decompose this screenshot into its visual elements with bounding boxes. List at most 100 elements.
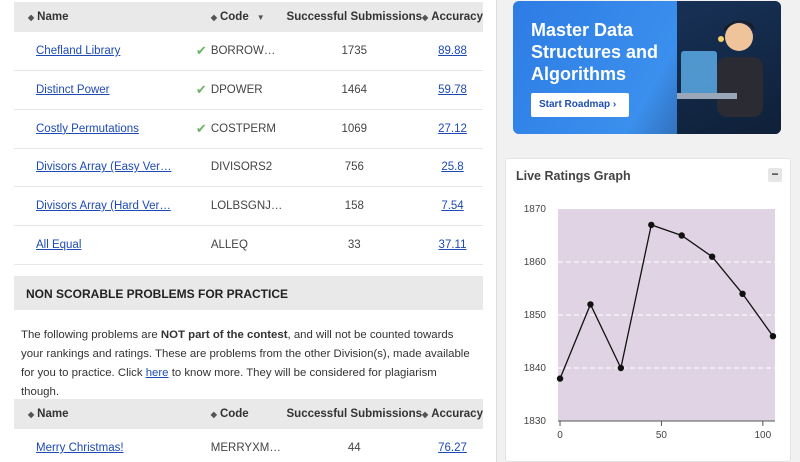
- accuracy-column-header[interactable]: ◆ Accuracy: [422, 399, 483, 429]
- x-tick-label: 100: [754, 430, 771, 441]
- checkmark-icon: ✔: [195, 43, 207, 59]
- submissions-count: 1464: [286, 70, 423, 110]
- submissions-column-header[interactable]: Successful Submissions: [286, 399, 423, 429]
- rating-point[interactable]: [556, 375, 564, 382]
- submissions-count: 1069: [286, 109, 423, 149]
- name-column-header[interactable]: ◆ Name: [14, 399, 198, 429]
- problem-name-cell: Chefland Library: [14, 32, 196, 72]
- y-tick-label: 1860: [524, 257, 547, 268]
- problem-name-link[interactable]: Merry Christmas!: [36, 442, 124, 454]
- problem-code: DPOWER: [206, 70, 287, 110]
- solved-cell: ✔: [195, 70, 207, 110]
- problem-name-cell: Distinct Power: [14, 70, 196, 110]
- table-row: Chefland Library ✔ BORROW… 1735 89.88: [14, 32, 483, 72]
- problem-code: MERRYXM…: [206, 429, 287, 462]
- problem-name-link[interactable]: Chefland Library: [36, 45, 120, 57]
- problem-name-link[interactable]: All Equal: [36, 239, 81, 251]
- problem-code: BORROW…: [206, 32, 287, 72]
- page: ◆ Name ◆ Code ▼ Successful Submissions ◆ Acc…: [0, 0, 800, 462]
- accuracy-link[interactable]: 89.88: [438, 45, 467, 57]
- sort-icon: ◆: [210, 410, 217, 419]
- solved-cell: [195, 148, 207, 188]
- sort-icon: ◆: [28, 410, 35, 419]
- checkmark-icon: ✔: [195, 82, 207, 98]
- code-header-label: Code: [219, 408, 249, 420]
- problem-code: LOLBSGNJ…: [206, 186, 287, 226]
- description-emphasis: NOT part of the contest: [160, 329, 288, 341]
- rating-point[interactable]: [587, 301, 594, 308]
- table-row: Distinct Power ✔ DPOWER 1464 59.78: [14, 70, 483, 110]
- learn-more-link[interactable]: here: [146, 367, 169, 379]
- problem-code: DIVISORS2: [206, 148, 287, 188]
- x-tick-label: 0: [557, 430, 563, 441]
- accuracy-cell: 59.78: [422, 70, 483, 110]
- sidebar: Master Data Structures and Algorithms St…: [503, 0, 795, 462]
- problems-panel: ◆ Name ◆ Code ▼ Successful Submissions ◆ Acc…: [0, 0, 497, 462]
- accuracy-header-label: Accuracy: [431, 11, 483, 23]
- accuracy-link[interactable]: 59.78: [438, 84, 467, 96]
- x-tick-label: 50: [656, 430, 668, 441]
- code-column-header[interactable]: ◆ Code: [206, 399, 287, 429]
- rating-point[interactable]: [617, 364, 625, 372]
- rating-point[interactable]: [648, 221, 655, 229]
- accuracy-cell: 7.54: [422, 186, 483, 226]
- name-header-label: Name: [37, 408, 69, 420]
- problem-name-cell: Divisors Array (Easy Ver…: [14, 148, 196, 188]
- practice-problems-table: ◆ Name ◆ Code Successful Submissions ◆ Accu…: [14, 399, 483, 462]
- table-row: Merry Christmas! MERRYXM… 44 76.27: [14, 429, 483, 462]
- table-row: Costly Permutations ✔ COSTPERM 1069 27.12: [14, 109, 483, 149]
- name-column-header[interactable]: ◆ Name: [14, 2, 196, 32]
- practice-table-body: Merry Christmas! MERRYXM… 44 76.27: [14, 429, 483, 462]
- rating-point[interactable]: [708, 253, 716, 260]
- sort-icon: ◆: [422, 13, 429, 22]
- problem-name-link[interactable]: Costly Permutations: [36, 123, 139, 135]
- submissions-count: 33: [286, 225, 423, 265]
- start-roadmap-button[interactable]: Start Roadmap ›: [531, 93, 629, 117]
- table-row: All Equal ALLEQ 33 37.11: [14, 225, 483, 265]
- rating-point[interactable]: [769, 333, 777, 340]
- problem-name-cell: Merry Christmas!: [14, 429, 198, 462]
- live-ratings-card: Live Ratings Graph − 1830 1840 1850 1860 187…: [505, 158, 791, 462]
- sort-icon: ◆: [422, 410, 429, 419]
- problem-name-cell: Costly Permutations: [14, 109, 196, 149]
- problem-name-link[interactable]: Divisors Array (Easy Ver…: [36, 161, 171, 173]
- solved-cell: [195, 225, 207, 265]
- submissions-count: 756: [286, 148, 423, 188]
- accuracy-link[interactable]: 7.54: [441, 200, 463, 212]
- accuracy-header-label: Accuracy: [431, 408, 483, 420]
- accuracy-link[interactable]: 25.8: [441, 161, 463, 173]
- rating-point[interactable]: [678, 232, 685, 239]
- solved-cell: ✔: [195, 109, 207, 149]
- accuracy-link[interactable]: 27.12: [438, 123, 467, 135]
- solved-cell: ✔: [195, 32, 207, 72]
- accuracy-cell: 76.27: [422, 429, 483, 462]
- submissions-count: 44: [286, 429, 423, 462]
- rating-point[interactable]: [739, 290, 746, 297]
- accuracy-link[interactable]: 76.27: [438, 442, 467, 454]
- y-tick-label: 1870: [524, 204, 547, 215]
- ratings-chart: 1830 1840 1850 1860 1870 0 50 100: [524, 204, 777, 441]
- problem-name-link[interactable]: Divisors Array (Hard Ver…: [36, 200, 171, 212]
- problem-name-cell: Divisors Array (Hard Ver…: [14, 186, 196, 226]
- non-scorable-header: NON SCORABLE PROBLEMS FOR PRACTICE: [14, 276, 483, 310]
- solved-cell: [195, 186, 207, 226]
- y-tick-label: 1840: [524, 363, 547, 374]
- solved-column-header: [197, 399, 207, 429]
- problem-code: ALLEQ: [206, 225, 287, 265]
- problems-table-body: Chefland Library ✔ BORROW… 1735 89.88 Distinc…: [14, 32, 483, 265]
- table-row: Divisors Array (Hard Ver… LOLBSGNJ… 158 7.5…: [14, 186, 483, 226]
- problems-table: ◆ Name ◆ Code ▼ Successful Submissions ◆ Acc…: [14, 2, 483, 265]
- code-column-header[interactable]: ◆ Code ▼: [206, 2, 287, 32]
- submissions-count: 158: [286, 186, 423, 226]
- submissions-column-header[interactable]: Successful Submissions: [286, 2, 423, 32]
- accuracy-cell: 89.88: [422, 32, 483, 72]
- accuracy-cell: 25.8: [422, 148, 483, 188]
- submissions-count: 1735: [286, 32, 423, 72]
- roadmap-banner[interactable]: Master Data Structures and Algorithms St…: [513, 1, 781, 134]
- accuracy-link[interactable]: 37.11: [439, 239, 467, 251]
- solved-cell: [197, 429, 207, 462]
- accuracy-column-header[interactable]: ◆ Accuracy: [422, 2, 483, 32]
- solved-column-header: [195, 2, 207, 32]
- problem-name-link[interactable]: Distinct Power: [36, 84, 110, 96]
- non-scorable-description: The following problems are NOT part of t…: [21, 326, 476, 402]
